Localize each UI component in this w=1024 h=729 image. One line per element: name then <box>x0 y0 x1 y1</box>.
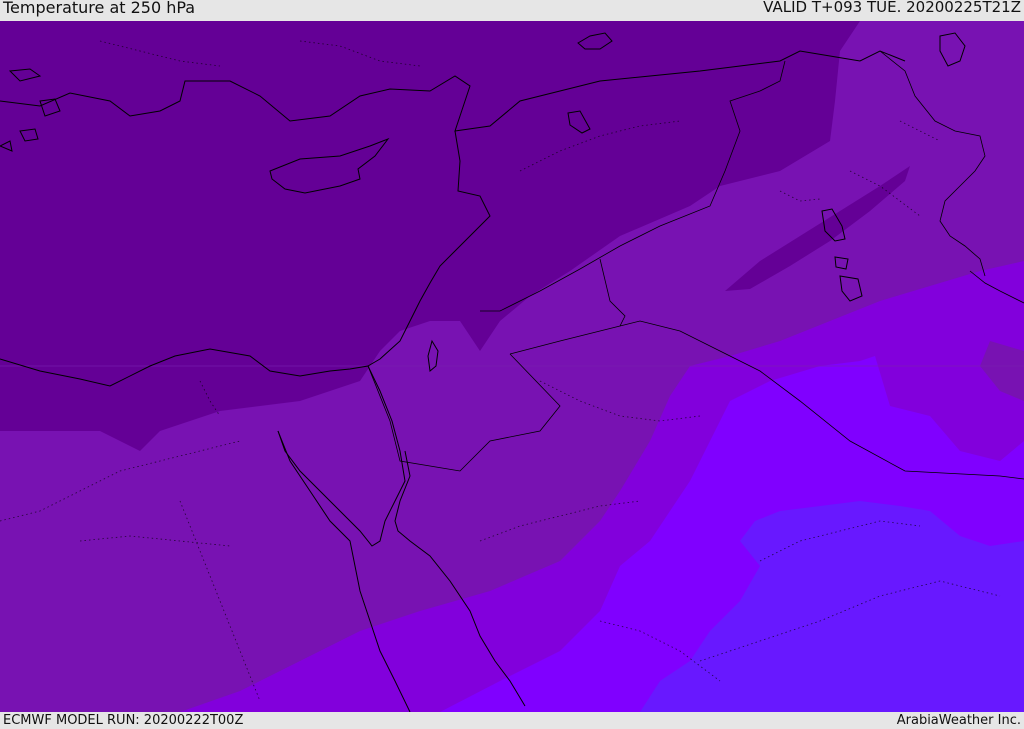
valid-time-label: VALID T+093 TUE. 20200225T21Z <box>763 0 1021 16</box>
map-canvas <box>0 21 1024 712</box>
map-footer: ECMWF MODEL RUN: 20200222T00Z ArabiaWeat… <box>0 712 1024 729</box>
map-header: Temperature at 250 hPa VALID T+093 TUE. … <box>0 0 1024 21</box>
model-run-label: ECMWF MODEL RUN: 20200222T00Z <box>3 713 244 728</box>
forecast-map-panel: Temperature at 250 hPa VALID T+093 TUE. … <box>0 0 1024 729</box>
temperature-map[interactable] <box>0 21 1024 712</box>
map-title: Temperature at 250 hPa <box>3 0 196 17</box>
credit-label: ArabiaWeather Inc. <box>896 713 1021 728</box>
